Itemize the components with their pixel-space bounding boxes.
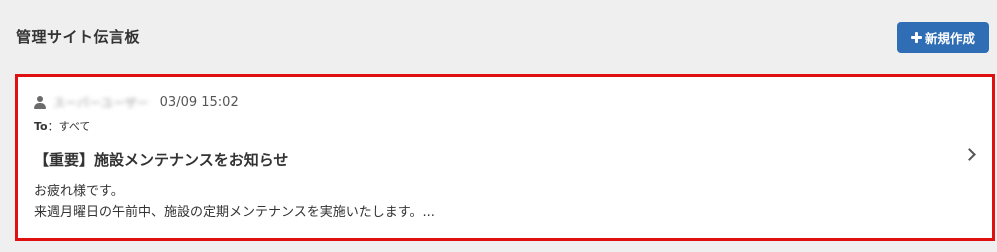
new-post-button-label: 新規作成 — [924, 31, 975, 46]
post-meta: スーパーユーザー 03/09 15:02 — [34, 94, 239, 111]
post-card[interactable]: スーパーユーザー 03/09 15:02 To：すべて 【重要】施設メンテナンス… — [15, 74, 995, 241]
post-title: 【重要】施設メンテナンスをお知らせ — [34, 151, 289, 169]
page-title: 管理サイト伝言板 — [16, 28, 141, 46]
to-value: すべて — [58, 120, 91, 133]
to-label: To — [34, 120, 48, 133]
post-body-line: 来週月曜日の午前中、施設の定期メンテナンスを実施いたします。... — [34, 205, 435, 220]
post-body-line: お疲れ様です。 — [34, 184, 124, 199]
post-recipients: To：すべて — [34, 118, 90, 134]
chevron-right-icon[interactable] — [963, 148, 976, 161]
post-author: スーパーユーザー — [53, 96, 149, 110]
plus-icon — [910, 32, 922, 43]
post-body: お疲れ様です。 来週月曜日の午前中、施設の定期メンテナンスを実施いたします。..… — [34, 181, 435, 223]
new-post-button[interactable]: 新規作成 — [897, 22, 989, 53]
user-icon — [34, 96, 46, 109]
post-datetime: 03/09 15:02 — [159, 95, 239, 110]
to-separator: ： — [47, 120, 59, 133]
